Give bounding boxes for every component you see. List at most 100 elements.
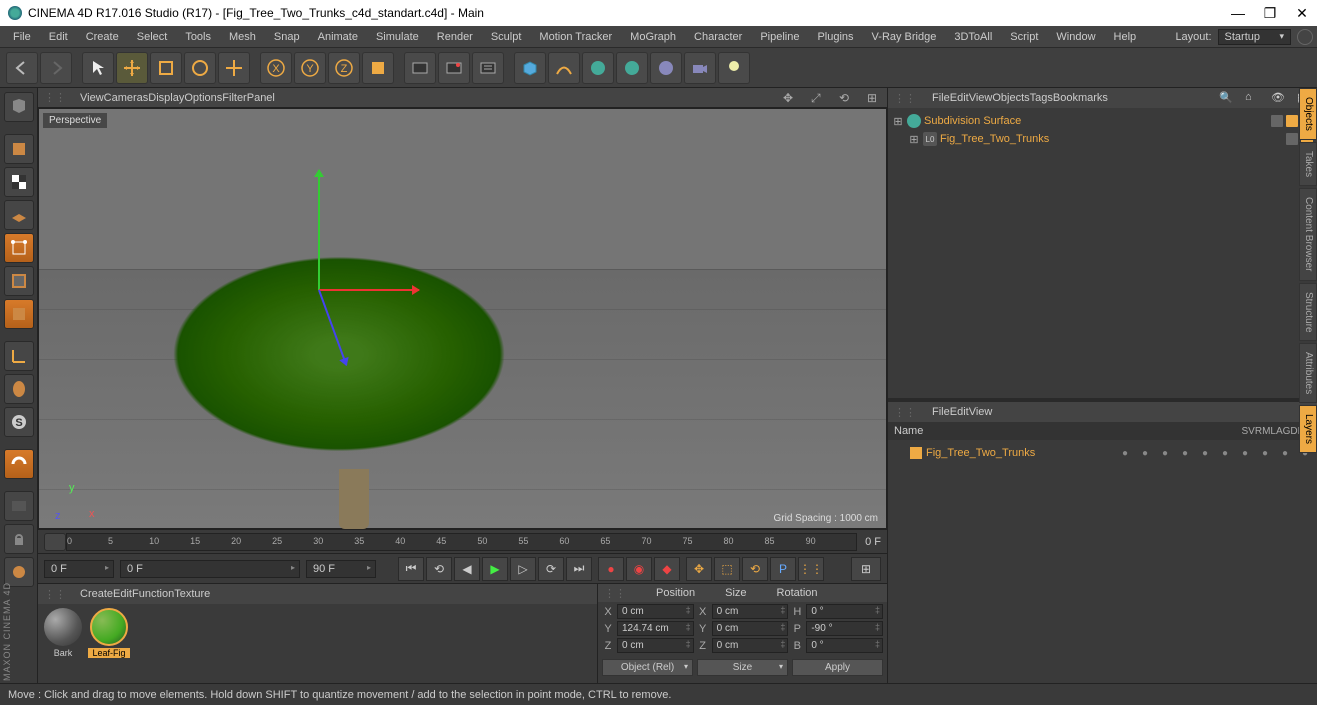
matmenu-function[interactable]: Function: [132, 588, 174, 600]
layer-tag[interactable]: [1271, 115, 1283, 127]
frame-slider-end[interactable]: 90 F: [306, 560, 376, 578]
expand-icon[interactable]: ⊞: [908, 133, 920, 146]
object-manager[interactable]: ⊞Subdivision Surface✓⊞L0Fig_Tree_Two_Tru…: [888, 108, 1317, 398]
matmenu-create[interactable]: Create: [80, 588, 113, 600]
menu-tools[interactable]: Tools: [176, 28, 220, 46]
menu-select[interactable]: Select: [128, 28, 177, 46]
add-camera[interactable]: [684, 52, 716, 84]
layer-col-A[interactable]: A: [1276, 426, 1283, 437]
vtab-takes[interactable]: Takes: [1299, 142, 1317, 186]
menu-help[interactable]: Help: [1105, 28, 1146, 46]
object-row[interactable]: ⊞Subdivision Surface✓: [892, 112, 1313, 130]
key-scale-button[interactable]: ⬚: [714, 557, 740, 581]
add-deformer[interactable]: [616, 52, 648, 84]
goto-start-button[interactable]: ⏮: [398, 557, 424, 581]
polygon-mode[interactable]: [4, 299, 34, 329]
menu-script[interactable]: Script: [1001, 28, 1047, 46]
tag-icon[interactable]: [1286, 115, 1298, 127]
layer-col-V[interactable]: V: [1248, 426, 1255, 437]
point-mode[interactable]: [4, 233, 34, 263]
menu-sculpt[interactable]: Sculpt: [482, 28, 531, 46]
scale-tool[interactable]: [150, 52, 182, 84]
layer-cell[interactable]: ●: [1217, 448, 1233, 459]
next-key-button[interactable]: ⟳: [538, 557, 564, 581]
coord-system[interactable]: [362, 52, 394, 84]
goto-end-button[interactable]: ⏭: [566, 557, 592, 581]
keyframe-button[interactable]: ◆: [654, 557, 680, 581]
render-picture[interactable]: [438, 52, 470, 84]
menu-simulate[interactable]: Simulate: [367, 28, 428, 46]
soft-selection[interactable]: [4, 449, 34, 479]
coord-apply-button[interactable]: Apply: [792, 659, 883, 676]
rot-P-field[interactable]: -90 °: [806, 621, 883, 636]
layer-manager[interactable]: Fig_Tree_Two_Trunks●●●●●●●●●●: [888, 440, 1317, 683]
rotate-tool[interactable]: [184, 52, 216, 84]
maximize-button[interactable]: ❐: [1263, 6, 1277, 20]
add-cube[interactable]: [514, 52, 546, 84]
layer-tag[interactable]: [1286, 133, 1298, 145]
layer-cell[interactable]: ●: [1237, 448, 1253, 459]
redo-button[interactable]: [40, 52, 72, 84]
menu-window[interactable]: Window: [1047, 28, 1104, 46]
timeline-ruler[interactable]: 051015202530354045505560657075808590: [66, 533, 857, 551]
pos-Y-field[interactable]: 124.74 cm: [617, 621, 694, 636]
minimize-button[interactable]: —: [1231, 6, 1245, 20]
vpmenu-options[interactable]: Options: [184, 92, 222, 104]
autokey-button[interactable]: ◉: [626, 557, 652, 581]
viewport-lock[interactable]: [4, 524, 34, 554]
search-icon[interactable]: [1297, 29, 1313, 45]
objmenu-tags[interactable]: Tags: [1030, 92, 1053, 104]
vtab-structure[interactable]: Structure: [1299, 283, 1317, 342]
object-row[interactable]: ⊞L0Fig_Tree_Two_Trunks: [892, 130, 1313, 148]
layer-cell[interactable]: ●: [1157, 448, 1173, 459]
key-param-button[interactable]: P: [770, 557, 796, 581]
snap-toggle[interactable]: S: [4, 407, 34, 437]
timeline-open-button[interactable]: ⊞: [851, 557, 881, 581]
vpmenu-display[interactable]: Display: [148, 92, 184, 104]
vp-zoom-icon[interactable]: ⤢: [811, 91, 825, 105]
play-button[interactable]: ▶: [482, 557, 508, 581]
coord-size-dropdown[interactable]: Size: [697, 659, 788, 676]
texture-mode[interactable]: [4, 167, 34, 197]
laymenu-edit[interactable]: Edit: [950, 406, 969, 418]
workplane-mode[interactable]: [4, 200, 34, 230]
axis-mode[interactable]: [4, 341, 34, 371]
add-spline[interactable]: [548, 52, 580, 84]
add-light[interactable]: [718, 52, 750, 84]
layer-cell[interactable]: ●: [1257, 448, 1273, 459]
frame-start-field[interactable]: 0 F: [44, 560, 114, 578]
viewport[interactable]: Perspective yxz Grid Spacing : 1000 cm: [38, 108, 887, 529]
layer-col-R[interactable]: R: [1255, 426, 1262, 437]
add-environment[interactable]: [650, 52, 682, 84]
next-frame-button[interactable]: ▷: [510, 557, 536, 581]
rot-H-field[interactable]: 0 °: [806, 604, 883, 619]
expand-icon[interactable]: ⊞: [892, 115, 904, 128]
layer-cell[interactable]: ●: [1277, 448, 1293, 459]
close-button[interactable]: ✕: [1295, 6, 1309, 20]
vpmenu-filter[interactable]: Filter: [222, 92, 246, 104]
record-button[interactable]: ●: [598, 557, 624, 581]
key-pla-button[interactable]: ⋮⋮: [798, 557, 824, 581]
layer-col-D[interactable]: D: [1290, 426, 1297, 437]
last-tool[interactable]: [218, 52, 250, 84]
tweak-mode[interactable]: [4, 374, 34, 404]
objmenu-bookmarks[interactable]: Bookmarks: [1053, 92, 1108, 104]
vp-layout-icon[interactable]: ⊞: [867, 91, 881, 105]
layer-row[interactable]: Fig_Tree_Two_Trunks●●●●●●●●●●: [892, 444, 1313, 462]
matmenu-edit[interactable]: Edit: [113, 588, 132, 600]
menu-animate[interactable]: Animate: [309, 28, 367, 46]
vtab-attributes[interactable]: Attributes: [1299, 343, 1317, 403]
edge-mode[interactable]: [4, 266, 34, 296]
pos-Z-field[interactable]: 0 cm: [617, 638, 694, 653]
x-axis-lock[interactable]: X: [260, 52, 292, 84]
menu-3dtoall[interactable]: 3DToAll: [945, 28, 1001, 46]
timeline[interactable]: 051015202530354045505560657075808590 0 F: [38, 529, 887, 553]
menu-plugins[interactable]: Plugins: [808, 28, 862, 46]
layer-cell[interactable]: ●: [1197, 448, 1213, 459]
obj-eye-icon[interactable]: 👁: [1271, 91, 1285, 105]
menu-file[interactable]: File: [4, 28, 40, 46]
vtab-objects[interactable]: Objects: [1299, 88, 1317, 140]
obj-search-icon[interactable]: 🔍: [1219, 91, 1233, 105]
undo-button[interactable]: [6, 52, 38, 84]
obj-home-icon[interactable]: ⌂: [1245, 91, 1259, 105]
